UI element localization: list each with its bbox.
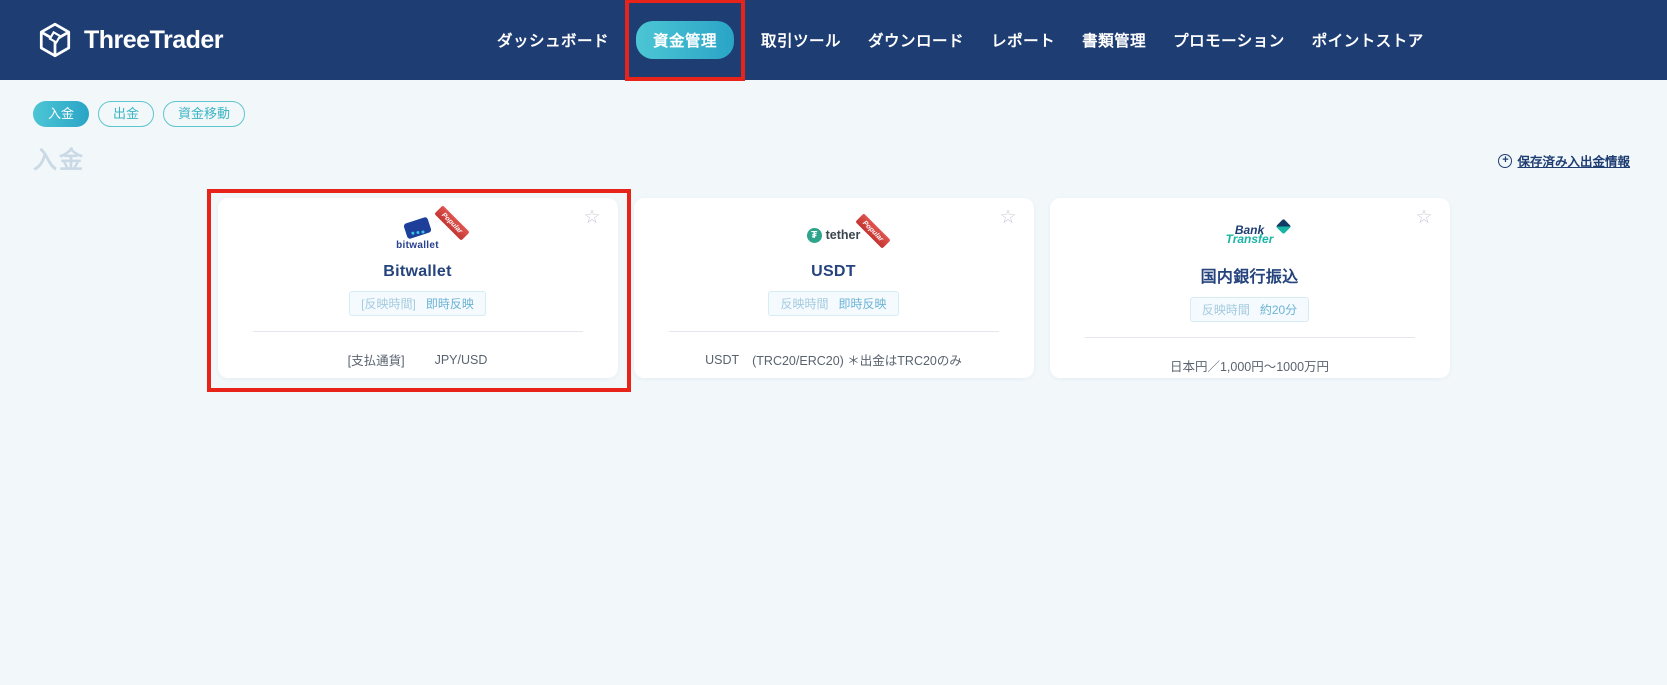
card-divider [252, 331, 583, 332]
card-detail: 日本円／1,000円～1000万円 [1170, 356, 1329, 375]
badge-value: 即時反映 [425, 297, 474, 311]
funds-tabs: 入金 出金 資金移動 [33, 101, 246, 127]
badge-label: 反映時間 [1201, 303, 1250, 317]
transfer-logo-text: Transfer [1225, 232, 1274, 246]
tether-logo-text: tether [825, 228, 861, 242]
deposit-method-card-usdt[interactable]: ☆ ₮ tether Popular USDT 反映時間 即時反映 USDT (… [633, 198, 1034, 378]
detail-label: USDT [705, 352, 740, 367]
brand-logo[interactable]: ThreeTrader [36, 21, 224, 59]
badge-value: 即時反映 [838, 297, 887, 311]
nav-item-funds-management[interactable]: 資金管理 [625, 0, 746, 81]
deposit-method-card-bitwallet[interactable]: ☆ bitwallet Popular Bitwallet [反映時間] 即時反… [206, 189, 631, 392]
detail-value: (TRC20/ERC20) ＊出金はTRC20のみ [752, 354, 962, 368]
tether-logo: ₮ tether Popular [806, 212, 892, 256]
nav-item-trading-tools[interactable]: 取引ツール [761, 29, 841, 51]
page-title: 入金 [33, 147, 85, 174]
main-nav: ダッシュボード 資金管理 取引ツール ダウンロード レポート 書類管理 プロモー… [497, 0, 1424, 81]
app-header: ThreeTrader ダッシュボード 資金管理 取引ツール ダウンロード レポ… [0, 0, 1667, 81]
bitwallet-logo: bitwallet Popular [396, 204, 470, 256]
tab-deposit[interactable]: 入金 [33, 101, 90, 127]
reflection-time-badge: 反映時間 即時反映 [768, 291, 899, 316]
card-title: 国内銀行振込 [1200, 269, 1299, 286]
popular-ribbon-icon: Popular [855, 212, 892, 249]
card-title: USDT [811, 263, 856, 280]
badge-value: 約20分 [1259, 303, 1298, 317]
card-divider [1084, 337, 1415, 338]
badge-label: 反映時間 [780, 297, 829, 311]
card-detail: [支払通貨] JPY/USD [348, 350, 488, 369]
nav-item-dashboard[interactable]: ダッシュボード [497, 29, 609, 51]
bitwallet-logo-text: bitwallet [396, 239, 439, 251]
tab-funds-transfer[interactable]: 資金移動 [163, 101, 246, 127]
detail-value: 日本円／1,000円～1000万円 [1169, 360, 1330, 374]
card-title: Bitwallet [383, 263, 452, 280]
nav-item-download[interactable]: ダウンロード [868, 29, 964, 51]
threetrader-cube-icon [36, 21, 74, 59]
nav-item-documents[interactable]: 書類管理 [1082, 29, 1146, 51]
tab-withdrawal[interactable]: 出金 [98, 101, 155, 127]
bank-transfer-logo: Bank Transfer [1225, 214, 1292, 256]
popular-ribbon-icon: Popular [434, 204, 470, 241]
bank-diamond-icon [1276, 218, 1292, 235]
reflection-time-badge: 反映時間 約20分 [1189, 297, 1310, 322]
detail-value: JPY/USD [434, 352, 488, 367]
card-detail: USDT (TRC20/ERC20) ＊出金はTRC20のみ [705, 350, 962, 369]
tether-coin-icon: ₮ [806, 227, 822, 243]
detail-label: [支払通貨] [347, 354, 405, 368]
deposit-method-card-bank-transfer[interactable]: ☆ Bank Transfer 国内銀行振込 反映時間 約20分 日本円／1,0… [1049, 198, 1450, 378]
card-divider [668, 331, 999, 332]
plus-circle-icon: + [1498, 153, 1513, 168]
nav-item-promotions[interactable]: プロモーション [1173, 29, 1285, 51]
bitwallet-wallet-icon [403, 216, 432, 239]
favorite-star-icon[interactable]: ☆ [999, 208, 1016, 227]
favorite-star-icon[interactable]: ☆ [583, 208, 600, 227]
favorite-star-icon[interactable]: ☆ [1415, 208, 1432, 227]
badge-label: [反映時間] [361, 297, 416, 311]
brand-name: ThreeTrader [84, 25, 224, 54]
nav-item-reports[interactable]: レポート [991, 29, 1055, 51]
reflection-time-badge: [反映時間] 即時反映 [349, 291, 486, 316]
nav-item-point-store[interactable]: ポイントストア [1312, 29, 1424, 51]
saved-payment-info-label: 保存済み入出金情報 [1517, 155, 1630, 169]
saved-payment-info-link[interactable]: + 保存済み入出金情報 [1498, 151, 1630, 170]
deposit-methods-row: ☆ bitwallet Popular Bitwallet [反映時間] 即時反… [206, 189, 1450, 392]
